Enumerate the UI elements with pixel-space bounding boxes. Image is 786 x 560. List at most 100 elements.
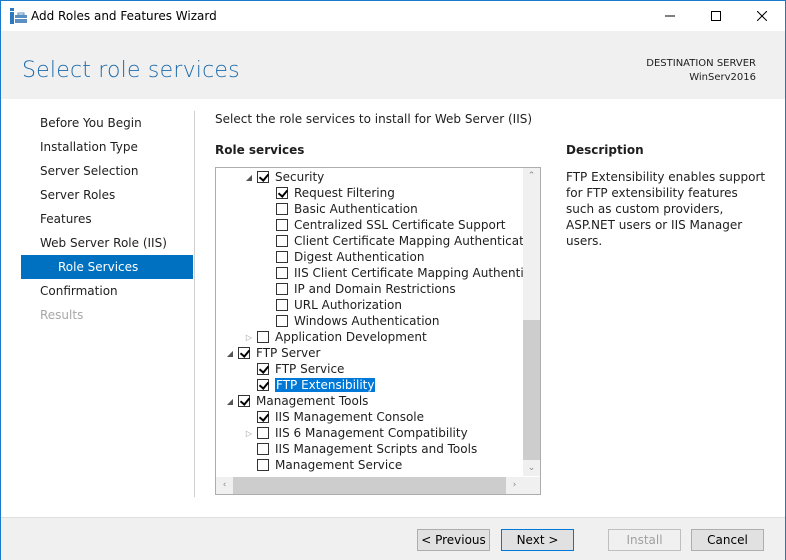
scroll-down-icon[interactable]: ⌄ xyxy=(523,460,540,476)
close-button[interactable] xyxy=(739,1,785,31)
tree-item-label[interactable]: Request Filtering xyxy=(294,186,395,200)
next-button[interactable]: Next > xyxy=(501,529,574,551)
server-manager-icon xyxy=(10,8,27,24)
maximize-icon xyxy=(711,11,721,21)
description-text: FTP Extensibility enables support for FT… xyxy=(566,170,766,248)
tree-item-label[interactable]: URL Authorization xyxy=(294,298,402,312)
vertical-scroll-thumb[interactable] xyxy=(523,320,540,460)
tree-item[interactable]: Client Certificate Mapping Authenticatio… xyxy=(262,233,540,249)
tree-item[interactable]: ▷ IIS 6 Management Compatibility xyxy=(243,425,468,441)
tree-item-label[interactable]: FTP Service xyxy=(275,362,344,376)
tree-item-label[interactable]: Centralized SSL Certificate Support xyxy=(294,218,505,232)
tree-item[interactable]: IIS Client Certificate Mapping Authentic… xyxy=(262,265,540,281)
tree-item-label[interactable]: Management Tools xyxy=(256,394,368,408)
tree-item-checkbox[interactable] xyxy=(276,267,288,279)
tree-item-checkbox[interactable] xyxy=(257,411,269,423)
tree-item-label[interactable]: FTP Server xyxy=(256,346,320,360)
tree-item-label[interactable]: Windows Authentication xyxy=(294,314,439,328)
nav-item-before-you-begin[interactable]: Before You Begin xyxy=(21,111,193,135)
expanded-arrow-icon[interactable]: ◢ xyxy=(224,345,236,361)
nav-item-features[interactable]: Features xyxy=(21,207,193,231)
tree-item[interactable]: URL Authorization xyxy=(262,297,402,313)
tree-item-label[interactable]: IIS Management Console xyxy=(275,410,424,424)
maximize-button[interactable] xyxy=(693,1,739,31)
tree-item-checkbox[interactable] xyxy=(276,315,288,327)
tree-item-checkbox[interactable] xyxy=(257,379,269,391)
tree-item-checkbox[interactable] xyxy=(276,299,288,311)
close-icon xyxy=(757,11,767,21)
tree-item[interactable]: Management Service xyxy=(243,457,402,473)
tree-item-label[interactable]: Digest Authentication xyxy=(294,250,424,264)
tree-item-label[interactable]: Management Service xyxy=(275,458,402,472)
install-button[interactable]: Install xyxy=(608,529,681,551)
minimize-button[interactable] xyxy=(647,1,693,31)
nav-item-confirmation[interactable]: Confirmation xyxy=(21,279,193,303)
tree-item-checkbox[interactable] xyxy=(276,235,288,247)
tree-item[interactable]: ▷ Application Development xyxy=(243,329,427,345)
description-heading: Description xyxy=(566,143,644,157)
tree-item-checkbox[interactable] xyxy=(257,459,269,471)
tree-item-label[interactable]: IIS Client Certificate Mapping Authentic… xyxy=(294,266,540,280)
tree-item[interactable]: IP and Domain Restrictions xyxy=(262,281,456,297)
tree-item[interactable]: FTP Service xyxy=(243,361,344,377)
vertical-scrollbar[interactable]: ⌃ ⌄ xyxy=(523,168,540,476)
scroll-right-icon[interactable]: › xyxy=(506,477,523,493)
tree-item-checkbox[interactable] xyxy=(276,203,288,215)
intro-text: Select the role services to install for … xyxy=(215,112,533,126)
nav-item-server-roles[interactable]: Server Roles xyxy=(21,183,193,207)
tree-item-checkbox[interactable] xyxy=(257,171,269,183)
tree-item-checkbox[interactable] xyxy=(238,395,250,407)
tree-item[interactable]: Request Filtering xyxy=(262,185,395,201)
tree-item-checkbox[interactable] xyxy=(257,427,269,439)
tree-item-checkbox[interactable] xyxy=(276,219,288,231)
tree-item[interactable]: Digest Authentication xyxy=(262,249,424,265)
tree-item[interactable]: IIS Management Console xyxy=(243,409,424,425)
nav-item-server-selection[interactable]: Server Selection xyxy=(21,159,193,183)
tree-item-checkbox[interactable] xyxy=(276,251,288,263)
tree-item[interactable]: ◢ Management Tools xyxy=(224,393,369,409)
nav-item-web-server-role-iis[interactable]: Web Server Role (IIS) xyxy=(21,231,193,255)
scroll-up-icon[interactable]: ⌃ xyxy=(523,168,540,184)
tree-item-label[interactable]: IIS 6 Management Compatibility xyxy=(275,426,468,440)
tree-item-label[interactable]: IP and Domain Restrictions xyxy=(294,282,456,296)
tree-item-label[interactable]: IIS Management Scripts and Tools xyxy=(275,442,477,456)
tree-item[interactable]: FTP Extensibility xyxy=(243,377,376,393)
tree-item-label[interactable]: Application Development xyxy=(275,330,427,344)
tree-item[interactable]: IIS Management Scripts and Tools xyxy=(243,441,477,457)
collapsed-arrow-icon[interactable]: ▷ xyxy=(243,329,255,345)
tree-item-label[interactable]: Client Certificate Mapping Authenticatio… xyxy=(294,234,540,248)
cancel-button[interactable]: Cancel xyxy=(691,529,764,551)
expanded-arrow-icon[interactable]: ◢ xyxy=(243,169,255,185)
horizontal-scroll-thumb[interactable] xyxy=(233,477,506,494)
nav-item-installation-type[interactable]: Installation Type xyxy=(21,135,193,159)
tree-item-checkbox[interactable] xyxy=(257,331,269,343)
tree-item-checkbox[interactable] xyxy=(276,187,288,199)
tree-item-label[interactable]: Security xyxy=(275,170,324,184)
tree-item-checkbox[interactable] xyxy=(257,363,269,375)
tree-item-checkbox[interactable] xyxy=(238,347,250,359)
expanded-arrow-icon[interactable]: ◢ xyxy=(224,393,236,409)
collapsed-arrow-icon[interactable]: ▷ xyxy=(243,425,255,441)
title-bar: Add Roles and Features Wizard xyxy=(1,1,785,31)
tree-item-label[interactable]: Basic Authentication xyxy=(294,202,418,216)
previous-button[interactable]: < Previous xyxy=(417,529,490,551)
role-services-tree[interactable]: ◢ Security Request Filtering Basic Authenti… xyxy=(215,167,541,495)
tree-item[interactable]: Centralized SSL Certificate Support xyxy=(262,217,505,233)
tree-item-label[interactable]: FTP Extensibility xyxy=(275,378,376,392)
tree-item-checkbox[interactable] xyxy=(276,283,288,295)
tree-item-checkbox[interactable] xyxy=(257,443,269,455)
nav-divider xyxy=(194,111,195,497)
tree-item[interactable]: ◢ Security xyxy=(243,169,324,185)
tree-item[interactable]: ◢ FTP Server xyxy=(224,345,321,361)
nav-item-role-services[interactable]: Role Services xyxy=(21,255,193,279)
scroll-left-icon[interactable]: ‹ xyxy=(216,477,233,493)
horizontal-scrollbar[interactable]: ‹ › xyxy=(216,477,523,494)
tree-item[interactable]: Basic Authentication xyxy=(262,201,418,217)
tree-item[interactable]: Windows Authentication xyxy=(262,313,439,329)
